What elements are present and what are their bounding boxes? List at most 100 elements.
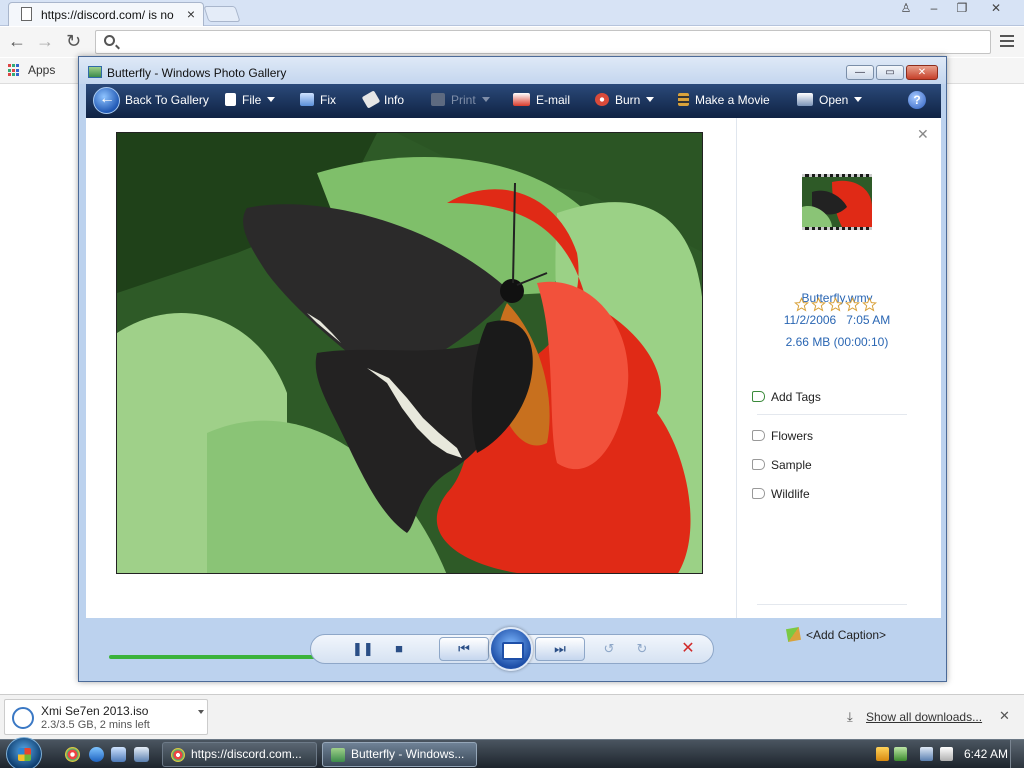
- back-arrow-icon[interactable]: ←: [8, 31, 26, 52]
- fix-button[interactable]: Fix: [300, 93, 336, 107]
- make-a-movie-button[interactable]: Make a Movie: [678, 93, 770, 107]
- downloads-bar-close-icon[interactable]: ✕: [999, 708, 1010, 724]
- tag-label: Flowers: [771, 429, 814, 443]
- apps-bookmark[interactable]: Apps: [28, 63, 55, 77]
- tag-label: Sample: [771, 458, 812, 472]
- download-status: 2.3/3.5 GB, 2 mins left: [41, 719, 150, 731]
- back-to-gallery-button[interactable]: Back To Gallery: [125, 93, 209, 107]
- browser-tab[interactable]: https://discord.com/ is no ×: [8, 2, 204, 26]
- next-button[interactable]: ⏭: [535, 637, 585, 661]
- video-frame[interactable]: [116, 132, 703, 574]
- video-thumbnail[interactable]: [802, 174, 872, 230]
- apps-grid-icon[interactable]: [8, 64, 21, 77]
- close-button[interactable]: ✕: [976, 0, 1016, 18]
- tab-title: https://discord.com/ is no: [41, 8, 174, 22]
- star-icon[interactable]: [861, 296, 878, 312]
- taskbar-item-chrome[interactable]: https://discord.com...: [162, 742, 317, 767]
- tag-label: Wildlife: [771, 487, 810, 501]
- browser-tab-strip: https://discord.com/ is no × ♙ – ❐ ✕: [0, 0, 1024, 26]
- info-button[interactable]: Info: [361, 90, 405, 109]
- network-check-icon[interactable]: [894, 747, 907, 761]
- downloads-bar: Xmi Se7en 2013.iso 2.3/3.5 GB, 2 mins le…: [0, 694, 1024, 739]
- minimize-button[interactable]: –: [920, 0, 948, 18]
- slideshow-button[interactable]: [489, 627, 533, 671]
- fix-icon: [300, 93, 314, 106]
- tab-close-icon[interactable]: ×: [187, 6, 195, 22]
- photo-gallery-window: Butterfly - Windows Photo Gallery — ▭ ✕ …: [78, 56, 947, 682]
- open-window-icon: [797, 93, 813, 106]
- add-tags-button[interactable]: Add Tags: [752, 390, 821, 404]
- printer-icon: [431, 93, 445, 106]
- burn-menu[interactable]: Burn: [595, 93, 655, 107]
- file-icon: [225, 93, 236, 106]
- back-arrow-icon[interactable]: [93, 87, 120, 114]
- star-icon[interactable]: [793, 296, 810, 312]
- start-button[interactable]: [6, 737, 42, 768]
- divider: [757, 604, 907, 605]
- window-title: Butterfly - Windows Photo Gallery: [107, 66, 287, 80]
- reload-icon[interactable]: ↻: [66, 31, 81, 52]
- star-icon[interactable]: [827, 296, 844, 312]
- help-icon[interactable]: ?: [908, 91, 926, 109]
- forward-arrow-icon[interactable]: →: [36, 31, 54, 52]
- previous-icon: ⏮: [458, 641, 470, 656]
- window-minimize-button[interactable]: —: [846, 65, 874, 80]
- tag-item-wildlife[interactable]: Wildlife: [752, 487, 810, 501]
- stop-button[interactable]: ■: [389, 641, 409, 657]
- rotate-clockwise-icon[interactable]: ↻: [632, 641, 652, 657]
- search-icon: [104, 35, 115, 46]
- rotate-counterclockwise-icon[interactable]: ↺: [599, 641, 619, 657]
- chrome-icon: [171, 748, 185, 762]
- new-tab-button[interactable]: [203, 6, 241, 22]
- pause-button[interactable]: ❚❚: [352, 641, 374, 657]
- internet-explorer-icon[interactable]: [89, 747, 104, 762]
- email-button[interactable]: E-mail: [513, 93, 570, 107]
- show-desktop-quicklaunch-icon[interactable]: [111, 747, 126, 762]
- chrome-quicklaunch-icon[interactable]: [65, 747, 80, 762]
- volume-muted-icon[interactable]: [940, 747, 953, 761]
- window-titlebar[interactable]: Butterfly - Windows Photo Gallery — ▭ ✕: [79, 57, 946, 84]
- taskbar-item-label: Butterfly - Windows...: [351, 747, 465, 761]
- restore-button[interactable]: ❐: [948, 0, 976, 18]
- browser-window-controls: ♙ – ❐ ✕: [892, 0, 1016, 18]
- download-menu-caret-icon[interactable]: [198, 710, 204, 714]
- rating-stars[interactable]: [793, 296, 878, 312]
- print-menu[interactable]: Print: [431, 93, 490, 107]
- tag-item-flowers[interactable]: Flowers: [752, 429, 813, 443]
- divider: [757, 414, 907, 415]
- delete-icon[interactable]: ✕: [678, 641, 698, 657]
- time-value: 7:05 AM: [846, 313, 891, 327]
- open-label: Open: [819, 93, 849, 107]
- download-item[interactable]: Xmi Se7en 2013.iso 2.3/3.5 GB, 2 mins le…: [4, 699, 208, 735]
- show-desktop-button[interactable]: [1010, 740, 1024, 768]
- show-all-downloads-link[interactable]: Show all downloads...: [866, 710, 982, 724]
- taskbar-clock[interactable]: 6:42 AM: [964, 747, 1008, 761]
- address-bar[interactable]: [95, 30, 991, 54]
- window-close-button[interactable]: ✕: [906, 65, 938, 80]
- star-icon[interactable]: [844, 296, 861, 312]
- window-maximize-button[interactable]: ▭: [876, 65, 904, 80]
- info-label: Info: [384, 93, 405, 107]
- open-menu[interactable]: Open: [797, 93, 863, 107]
- film-icon: [678, 93, 689, 106]
- date-taken[interactable]: 11/2/2006 7:05 AM: [737, 313, 937, 327]
- file-menu[interactable]: File: [225, 93, 276, 107]
- chrome-menu-icon[interactable]: [1000, 35, 1014, 50]
- file-menu-label: File: [242, 93, 262, 107]
- user-icon[interactable]: ♙: [892, 0, 920, 18]
- photo-gallery-icon: [331, 748, 345, 762]
- email-label: E-mail: [536, 93, 571, 107]
- info-pane-close-icon[interactable]: ✕: [917, 126, 929, 143]
- tag-item-sample[interactable]: Sample: [752, 458, 812, 472]
- print-label: Print: [451, 93, 476, 107]
- switch-windows-icon[interactable]: [134, 747, 149, 762]
- security-shield-icon[interactable]: [876, 747, 889, 761]
- network-icon[interactable]: [920, 747, 933, 761]
- star-icon[interactable]: [810, 296, 827, 312]
- taskbar-item-photo-gallery[interactable]: Butterfly - Windows...: [322, 742, 477, 767]
- previous-button[interactable]: ⏮: [439, 637, 489, 661]
- photo-gallery-app-icon: [88, 66, 102, 78]
- add-caption-button[interactable]: <Add Caption>: [785, 626, 886, 643]
- date-value: 11/2/2006: [783, 313, 837, 327]
- file-size-duration: 2.66 MB (00:00:10): [785, 335, 889, 349]
